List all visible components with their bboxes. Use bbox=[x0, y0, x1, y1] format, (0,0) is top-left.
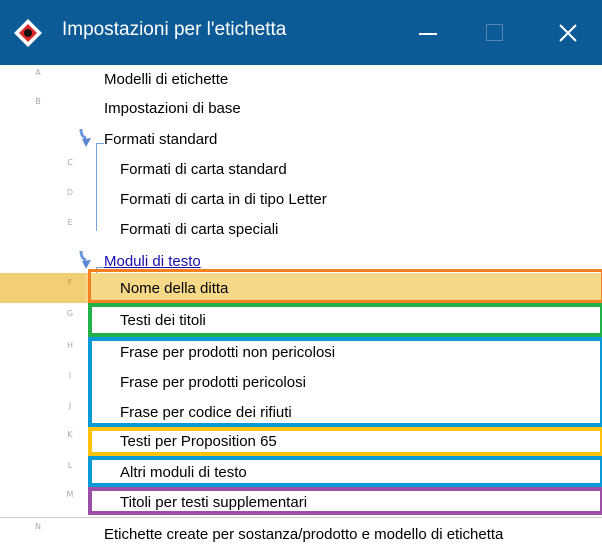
tree-item-label: Formati standard bbox=[104, 131, 218, 148]
row-letter: M bbox=[66, 490, 74, 499]
row-letter: E bbox=[67, 218, 73, 227]
tree-item-modelli-di-etichette[interactable]: A Modelli di etichette bbox=[0, 65, 602, 94]
expand-arrow-icon[interactable] bbox=[76, 128, 92, 148]
close-icon[interactable] bbox=[545, 18, 589, 48]
row-letter: A bbox=[35, 68, 41, 77]
highlight-box-green bbox=[88, 303, 602, 337]
tree-item-label: Modelli di etichette bbox=[104, 71, 229, 88]
maximize-icon[interactable] bbox=[475, 18, 519, 48]
tree-item-formati-carta-letter[interactable]: D Formati di carta in di tipo Letter bbox=[0, 185, 602, 215]
window-title: Impostazioni per l'etichetta bbox=[62, 19, 287, 40]
tree-item-impostazioni-di-base[interactable]: B Impostazioni di base bbox=[0, 94, 602, 123]
title-bar: Impostazioni per l'etichetta bbox=[0, 0, 602, 65]
highlight-box-blue bbox=[88, 337, 602, 427]
row-letter: L bbox=[67, 461, 73, 470]
tree-item-formati-carta-speciali[interactable]: E Formati di carta speciali bbox=[0, 215, 602, 245]
tree-item-label: Etichette create per sostanza/prodotto e… bbox=[104, 526, 504, 543]
row-letter: H bbox=[66, 341, 73, 350]
tree-item-label: Formati di carta standard bbox=[120, 161, 287, 178]
tree-item-label: Formati di carta in di tipo Letter bbox=[120, 191, 327, 208]
highlight-box-yellow bbox=[88, 427, 602, 456]
label-settings-tree: A Modelli di etichette B Impostazioni di… bbox=[0, 65, 602, 548]
tree-item-formati-carta-standard[interactable]: C Formati di carta standard bbox=[0, 155, 602, 185]
tree-item-label: Impostazioni di base bbox=[104, 100, 241, 117]
highlight-box-purple bbox=[88, 487, 602, 515]
tree-group-formati-standard[interactable]: Formati standard bbox=[0, 123, 602, 155]
tree-item-label: Formati di carta speciali bbox=[120, 221, 279, 238]
app-diamond-icon bbox=[12, 17, 44, 49]
row-letter: G bbox=[66, 309, 74, 318]
tree-item-etichette-create[interactable]: N Etichette create per sostanza/prodotto… bbox=[0, 517, 602, 548]
row-letter: K bbox=[67, 430, 73, 439]
expand-arrow-icon[interactable] bbox=[76, 250, 92, 270]
row-letter: J bbox=[68, 401, 72, 410]
row-letter: B bbox=[35, 97, 41, 106]
row-letter: I bbox=[68, 371, 72, 380]
highlight-box-orange bbox=[88, 269, 602, 303]
highlight-box-blue-2 bbox=[88, 456, 602, 487]
row-letter: N bbox=[35, 522, 41, 531]
tree-item-label[interactable]: Moduli di testo bbox=[104, 253, 201, 270]
minimize-icon[interactable] bbox=[409, 18, 453, 48]
row-letter: F bbox=[67, 278, 73, 287]
row-letter: D bbox=[66, 188, 74, 197]
row-letter: C bbox=[67, 158, 73, 167]
